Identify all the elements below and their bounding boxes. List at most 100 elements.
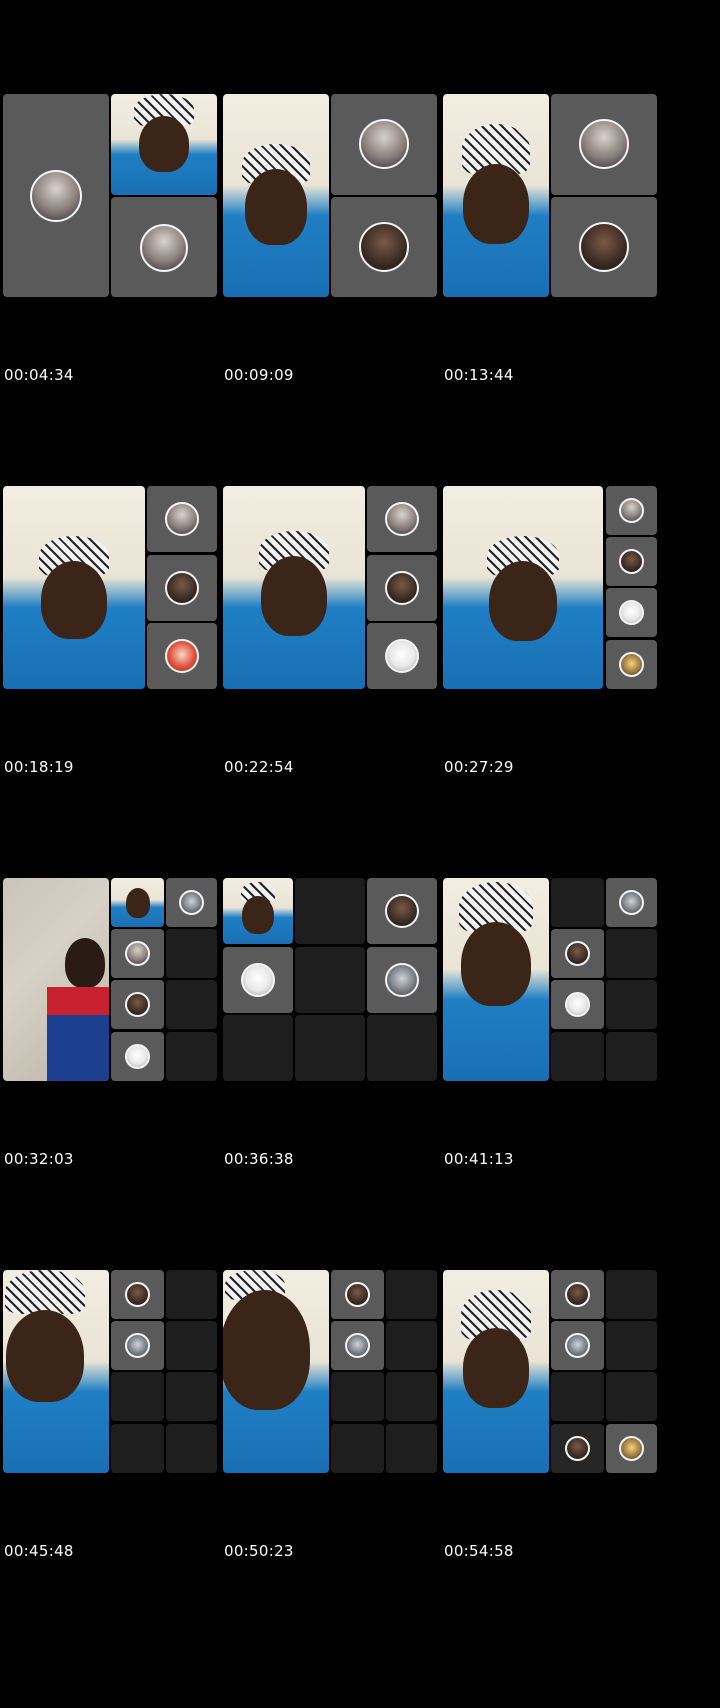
participant-avatar: [565, 941, 590, 966]
empty-tile: [295, 878, 365, 944]
beanie: [5, 1270, 86, 1314]
participant-tile[interactable]: [111, 1321, 164, 1370]
participant-avatar: [385, 894, 419, 928]
empty-tile: [551, 1372, 604, 1421]
timestamp: 00:50:23: [224, 1542, 294, 1560]
participant-avatar: [165, 502, 199, 536]
participant-tile[interactable]: [111, 980, 164, 1029]
participant-avatar: [241, 963, 275, 997]
frame-1: [3, 94, 239, 316]
participant-video[interactable]: [3, 486, 145, 689]
participant-video[interactable]: [223, 878, 293, 944]
participant-tile[interactable]: [551, 1321, 604, 1370]
timestamp: 00:04:34: [4, 366, 74, 384]
empty-tile: [223, 1015, 293, 1081]
empty-tile: [331, 1424, 384, 1473]
participant-avatar: [125, 992, 150, 1017]
participant-tile[interactable]: [367, 555, 437, 621]
participant-tile[interactable]: [166, 878, 217, 927]
participant-tile[interactable]: [111, 1270, 164, 1319]
participant-tile[interactable]: [111, 1032, 164, 1081]
participant-avatar: [165, 571, 199, 605]
face: [245, 169, 307, 245]
participant-tile[interactable]: [331, 1270, 384, 1319]
participant-video[interactable]: [3, 1270, 109, 1473]
participant-avatar: [179, 890, 204, 915]
participant-video[interactable]: [111, 94, 217, 195]
face: [65, 938, 105, 988]
participant-tile[interactable]: [606, 537, 657, 586]
empty-tile: [166, 1424, 217, 1473]
participant-avatar: [359, 222, 409, 272]
participant-tile[interactable]: [331, 1321, 384, 1370]
face: [125, 888, 150, 918]
participant-avatar: [345, 1282, 370, 1307]
participant-tile[interactable]: [551, 197, 657, 297]
participant-tile[interactable]: [606, 588, 657, 637]
empty-tile: [386, 1321, 437, 1370]
participant-tile[interactable]: [147, 555, 217, 621]
frame-7: [3, 878, 239, 1100]
participant-tile[interactable]: [551, 1270, 604, 1319]
participant-tile[interactable]: [606, 878, 657, 927]
face: [242, 896, 274, 934]
participant-tile[interactable]: [367, 947, 437, 1013]
participant-avatar: [385, 571, 419, 605]
participant-tile[interactable]: [3, 94, 109, 297]
participant-tile[interactable]: [367, 623, 437, 689]
participant-video[interactable]: [223, 94, 329, 297]
empty-tile: [166, 1032, 217, 1081]
participant-tile[interactable]: [551, 94, 657, 195]
empty-tile: [606, 1372, 657, 1421]
participant-avatar: [165, 639, 199, 673]
timestamp: 00:13:44: [444, 366, 514, 384]
participant-avatar: [385, 502, 419, 536]
participant-tile[interactable]: [551, 929, 604, 978]
empty-tile: [606, 1321, 657, 1370]
frame-6: [443, 486, 679, 708]
frame-5: [223, 486, 459, 708]
participant-tile[interactable]: [606, 640, 657, 689]
participant-tile[interactable]: [331, 94, 437, 195]
empty-tile: [166, 980, 217, 1029]
frame-12: [443, 1270, 679, 1492]
participant-video[interactable]: [223, 486, 365, 689]
participant-video[interactable]: [443, 94, 549, 297]
participant-video[interactable]: [3, 878, 109, 1081]
face: [223, 1290, 311, 1410]
timestamp: 00:45:48: [4, 1542, 74, 1560]
empty-tile: [551, 1032, 604, 1081]
participant-avatar: [125, 941, 150, 966]
participant-tile[interactable]: [147, 486, 217, 552]
participant-avatar: [579, 119, 629, 169]
empty-tile: [551, 878, 604, 927]
participant-avatar: [619, 498, 644, 523]
participant-tile[interactable]: [331, 197, 437, 297]
empty-tile: [386, 1372, 437, 1421]
participant-tile[interactable]: [111, 197, 217, 297]
frame-4: [3, 486, 239, 708]
timestamp: 00:09:09: [224, 366, 294, 384]
empty-tile: [331, 1372, 384, 1421]
face: [489, 561, 557, 641]
participant-tile[interactable]: [606, 1424, 657, 1473]
participant-tile[interactable]: [147, 623, 217, 689]
empty-tile: [367, 1015, 437, 1081]
participant-tile[interactable]: [367, 878, 437, 944]
participant-tile[interactable]: [606, 486, 657, 535]
participant-video[interactable]: [443, 486, 603, 689]
participant-video[interactable]: [111, 878, 164, 927]
empty-tile: [606, 1032, 657, 1081]
empty-tile: [166, 1321, 217, 1370]
participant-tile[interactable]: [111, 929, 164, 978]
participant-avatar: [619, 890, 644, 915]
participant-video[interactable]: [443, 878, 549, 1081]
participant-tile[interactable]: [223, 947, 293, 1013]
participant-tile[interactable]: [551, 1424, 604, 1473]
participant-tile[interactable]: [551, 980, 604, 1029]
participant-tile[interactable]: [367, 486, 437, 552]
participant-video[interactable]: [223, 1270, 329, 1473]
participant-video[interactable]: [443, 1270, 549, 1473]
participant-avatar: [619, 600, 644, 625]
face: [6, 1310, 85, 1402]
